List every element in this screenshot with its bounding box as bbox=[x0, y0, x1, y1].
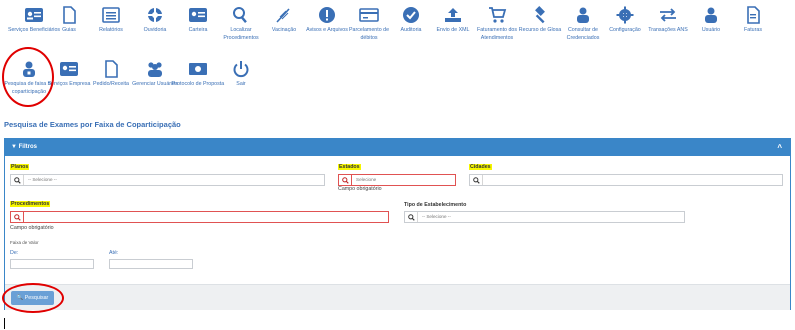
alert-icon bbox=[319, 7, 335, 23]
support-icon bbox=[147, 7, 163, 23]
estados-select[interactable]: Selecione bbox=[338, 174, 456, 186]
search-icon bbox=[470, 175, 483, 185]
cidades-label: Cidades bbox=[469, 164, 492, 170]
filters-panel-footer bbox=[5, 284, 790, 310]
page-title: Pesquisa de Exames por Faixa de Copartic… bbox=[4, 120, 181, 129]
valor-ate-input[interactable] bbox=[109, 259, 193, 269]
power-icon bbox=[233, 61, 249, 78]
users-icon bbox=[577, 7, 589, 23]
menu-item-label: Sair bbox=[236, 81, 246, 87]
id-card-icon bbox=[25, 8, 43, 22]
document-icon bbox=[105, 60, 118, 78]
search-icon bbox=[339, 175, 352, 185]
money-icon bbox=[189, 63, 207, 75]
tipo-estabelecimento-label: Tipo de Estabelecimento bbox=[404, 202, 467, 208]
filters-panel: ▼ Filtros ^ bbox=[4, 138, 791, 310]
menu-item-sair[interactable]: Sair bbox=[214, 60, 268, 88]
procedimentos-label: Procedimentos bbox=[10, 201, 51, 207]
menu-item-label: Faturas bbox=[744, 27, 762, 33]
procedimentos-error: Campo obrigatório bbox=[10, 225, 54, 231]
valor-de-label: De: bbox=[10, 250, 19, 256]
tipo-estabelecimento-value: -- Selecione -- bbox=[422, 214, 451, 219]
menu-item-faturas[interactable]: Faturas bbox=[726, 6, 780, 34]
procedimentos-select[interactable] bbox=[10, 211, 389, 223]
collapse-toggle-icon[interactable]: ^ bbox=[777, 139, 782, 156]
gear-icon bbox=[616, 6, 634, 24]
planos-select-value: -- Selecione -- bbox=[28, 177, 57, 182]
filters-title: Filtros bbox=[18, 144, 37, 150]
id-card-icon bbox=[189, 8, 207, 22]
cidades-select[interactable] bbox=[469, 174, 783, 186]
planos-label: Planos bbox=[10, 164, 30, 170]
estados-error: Campo obrigatório bbox=[338, 186, 382, 192]
users-icon bbox=[148, 62, 162, 77]
planos-select[interactable]: -- Selecione -- bbox=[10, 174, 325, 186]
id-card-icon bbox=[60, 62, 78, 76]
upload-icon bbox=[445, 8, 461, 22]
estados-label: Estados bbox=[338, 164, 361, 170]
list-icon bbox=[102, 7, 120, 23]
tipo-estabelecimento-select[interactable]: -- Selecione -- bbox=[404, 211, 685, 223]
check-circle-icon bbox=[403, 7, 419, 23]
card-icon bbox=[359, 8, 379, 22]
search-icon bbox=[11, 175, 24, 185]
annotation-circle-menu bbox=[2, 47, 54, 107]
valor-ate-label: Até: bbox=[109, 250, 119, 256]
valor-de-input[interactable] bbox=[10, 259, 94, 269]
search-icon bbox=[233, 7, 247, 23]
filter-icon: ▼ bbox=[11, 144, 17, 150]
text-cursor bbox=[4, 318, 5, 329]
cart-icon bbox=[489, 7, 507, 23]
search-icon bbox=[11, 212, 24, 222]
user-icon bbox=[705, 7, 717, 23]
gavel-icon bbox=[535, 6, 545, 24]
faixa-valor-label: Faixa de Valor bbox=[10, 240, 39, 245]
filters-panel-header[interactable]: ▼ Filtros ^ bbox=[5, 139, 790, 156]
invoice-icon bbox=[747, 6, 760, 24]
document-icon bbox=[63, 6, 76, 24]
estados-select-value: Selecione bbox=[356, 177, 377, 182]
annotation-circle-search bbox=[2, 283, 64, 313]
arrows-icon bbox=[660, 8, 676, 22]
syringe-icon bbox=[276, 8, 290, 23]
search-icon bbox=[405, 212, 418, 222]
